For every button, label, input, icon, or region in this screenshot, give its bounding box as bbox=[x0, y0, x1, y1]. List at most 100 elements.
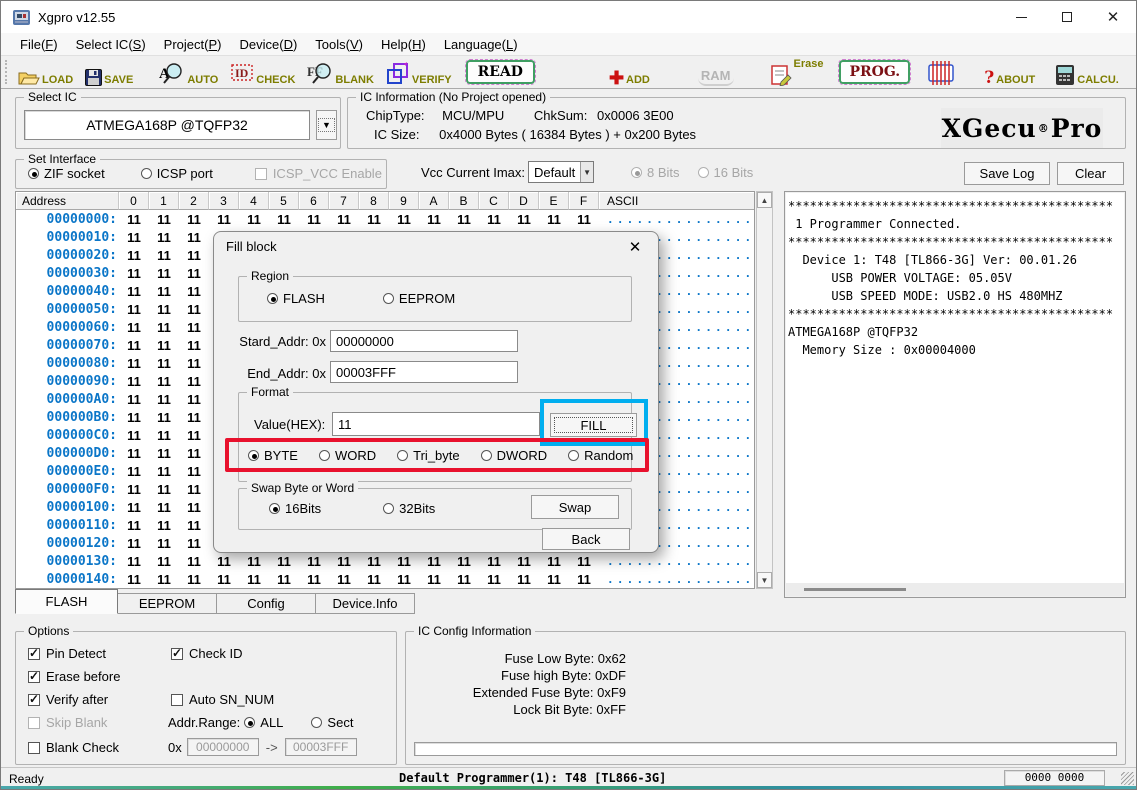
calculator-button[interactable]: CALCU. bbox=[1055, 58, 1119, 86]
hex-cell[interactable]: 11 bbox=[179, 554, 209, 569]
hex-cell[interactable]: 11 bbox=[119, 248, 149, 263]
radio-word[interactable]: WORD bbox=[319, 448, 376, 463]
hex-cell[interactable]: 11 bbox=[119, 410, 149, 425]
hex-cell[interactable]: 11 bbox=[149, 482, 179, 497]
hex-cell[interactable]: 11 bbox=[179, 536, 209, 551]
hex-cell[interactable]: 11 bbox=[239, 572, 269, 587]
hex-cell[interactable]: 11 bbox=[119, 446, 149, 461]
hex-cell[interactable]: 11 bbox=[119, 302, 149, 317]
hex-cell[interactable]: 11 bbox=[179, 302, 209, 317]
about-button[interactable]: ? ABOUT bbox=[984, 58, 1035, 86]
hex-cell[interactable]: 11 bbox=[149, 302, 179, 317]
tab-device-info[interactable]: Device.Info bbox=[316, 593, 415, 614]
hex-cell[interactable]: 11 bbox=[179, 212, 209, 227]
hex-cell[interactable]: 11 bbox=[329, 572, 359, 587]
hex-cell[interactable]: 11 bbox=[209, 572, 239, 587]
radio-dword[interactable]: DWORD bbox=[481, 448, 548, 463]
tab-config[interactable]: Config bbox=[217, 593, 316, 614]
hex-cell[interactable]: 11 bbox=[359, 572, 389, 587]
hex-cell[interactable]: 11 bbox=[539, 212, 569, 227]
hex-cell[interactable]: 11 bbox=[239, 554, 269, 569]
radio-32bits[interactable]: 32Bits bbox=[383, 501, 435, 516]
hex-cell[interactable]: 11 bbox=[149, 410, 179, 425]
hex-cell[interactable]: 11 bbox=[569, 554, 599, 569]
hex-cell[interactable]: 11 bbox=[119, 212, 149, 227]
hex-cell[interactable]: 11 bbox=[149, 338, 179, 353]
hex-cell[interactable]: 11 bbox=[269, 212, 299, 227]
tab-flash[interactable]: FLASH bbox=[15, 589, 118, 614]
hex-cell[interactable]: 11 bbox=[149, 446, 179, 461]
hex-cell[interactable]: 11 bbox=[359, 554, 389, 569]
minimize-button[interactable] bbox=[998, 1, 1044, 33]
scrollbar-thumb[interactable] bbox=[804, 588, 906, 591]
hex-cell[interactable]: 11 bbox=[179, 518, 209, 533]
fill-button[interactable]: FILL bbox=[550, 413, 637, 437]
hex-cell[interactable]: 11 bbox=[209, 212, 239, 227]
hex-vertical-scrollbar[interactable]: ▲ ▼ bbox=[756, 191, 773, 589]
menu-item-project[interactable]: Project(P) bbox=[155, 35, 231, 54]
hex-cell[interactable]: 11 bbox=[389, 554, 419, 569]
hex-cell[interactable]: 11 bbox=[449, 212, 479, 227]
hex-cell[interactable]: 11 bbox=[179, 230, 209, 245]
menu-item-device[interactable]: Device(D) bbox=[230, 35, 306, 54]
ic-test-button[interactable] bbox=[926, 58, 956, 86]
hex-cell[interactable]: 11 bbox=[299, 212, 329, 227]
radio-tri_byte[interactable]: Tri_byte bbox=[397, 448, 459, 463]
hex-cell[interactable]: 11 bbox=[449, 572, 479, 587]
hex-cell[interactable]: 11 bbox=[179, 248, 209, 263]
hex-cell[interactable]: 11 bbox=[179, 284, 209, 299]
select-ic-dropdown-button[interactable]: ▼ bbox=[316, 110, 337, 140]
save-log-button[interactable]: Save Log bbox=[964, 162, 1050, 185]
hex-cell[interactable]: 11 bbox=[179, 266, 209, 281]
hex-cell[interactable]: 11 bbox=[209, 554, 239, 569]
hex-cell[interactable]: 11 bbox=[119, 320, 149, 335]
hex-cell[interactable]: 11 bbox=[179, 482, 209, 497]
hex-cell[interactable]: 11 bbox=[119, 518, 149, 533]
hex-cell[interactable]: 11 bbox=[479, 212, 509, 227]
hex-cell[interactable]: 11 bbox=[119, 392, 149, 407]
hex-cell[interactable]: 11 bbox=[179, 500, 209, 515]
hex-cell[interactable]: 11 bbox=[179, 320, 209, 335]
vcc-imax-dropdown[interactable]: Default ▼ bbox=[528, 161, 594, 183]
radio-addr-sect[interactable]: Sect bbox=[311, 715, 353, 730]
hex-cell[interactable]: 11 bbox=[179, 410, 209, 425]
end-addr-input[interactable] bbox=[330, 361, 518, 383]
hex-cell[interactable]: 11 bbox=[149, 320, 179, 335]
hex-cell[interactable]: 11 bbox=[119, 356, 149, 371]
resize-grip[interactable] bbox=[1121, 772, 1134, 785]
hex-cell[interactable]: 11 bbox=[359, 212, 389, 227]
load-button[interactable]: LOAD bbox=[18, 58, 73, 86]
hex-cell[interactable]: 11 bbox=[239, 212, 269, 227]
hex-cell[interactable]: 11 bbox=[179, 338, 209, 353]
hex-cell[interactable]: 11 bbox=[449, 554, 479, 569]
hex-cell[interactable]: 11 bbox=[179, 356, 209, 371]
erase-button[interactable]: Erase bbox=[770, 58, 824, 86]
dialog-close-button[interactable]: ✕ bbox=[622, 236, 648, 258]
hex-cell[interactable]: 11 bbox=[569, 572, 599, 587]
selected-ic-field[interactable]: ATMEGA168P @TQFP32 bbox=[24, 110, 310, 140]
checkbox-verify-after[interactable]: Verify after bbox=[28, 692, 108, 707]
hex-cell[interactable]: 11 bbox=[119, 536, 149, 551]
hex-cell[interactable]: 11 bbox=[119, 464, 149, 479]
checkbox-erase-before[interactable]: Erase before bbox=[28, 669, 120, 684]
radio-addr-all[interactable]: ALL bbox=[244, 715, 283, 730]
hex-cell[interactable]: 11 bbox=[479, 572, 509, 587]
hex-cell[interactable]: 11 bbox=[149, 212, 179, 227]
clear-button[interactable]: Clear bbox=[1057, 162, 1124, 185]
scroll-down-button[interactable]: ▼ bbox=[757, 572, 772, 588]
hex-cell[interactable]: 11 bbox=[119, 266, 149, 281]
tab-eeprom[interactable]: EEPROM bbox=[118, 593, 217, 614]
add-button[interactable]: ✚ ADD bbox=[609, 58, 650, 86]
blank-button[interactable]: FF BLANK bbox=[307, 58, 374, 86]
radio-16bits[interactable]: 16Bits bbox=[269, 501, 321, 516]
ram-button[interactable]: RAM bbox=[698, 58, 734, 86]
hex-cell[interactable]: 11 bbox=[119, 482, 149, 497]
hex-cell[interactable]: 11 bbox=[119, 428, 149, 443]
radio-icsp-port[interactable]: ICSP port bbox=[141, 166, 213, 181]
hex-cell[interactable]: 11 bbox=[569, 212, 599, 227]
start-addr-input[interactable] bbox=[330, 330, 518, 352]
menu-item-help[interactable]: Help(H) bbox=[372, 35, 435, 54]
hex-cell[interactable]: 11 bbox=[119, 374, 149, 389]
hex-cell[interactable]: 11 bbox=[329, 212, 359, 227]
hex-cell[interactable]: 11 bbox=[299, 554, 329, 569]
